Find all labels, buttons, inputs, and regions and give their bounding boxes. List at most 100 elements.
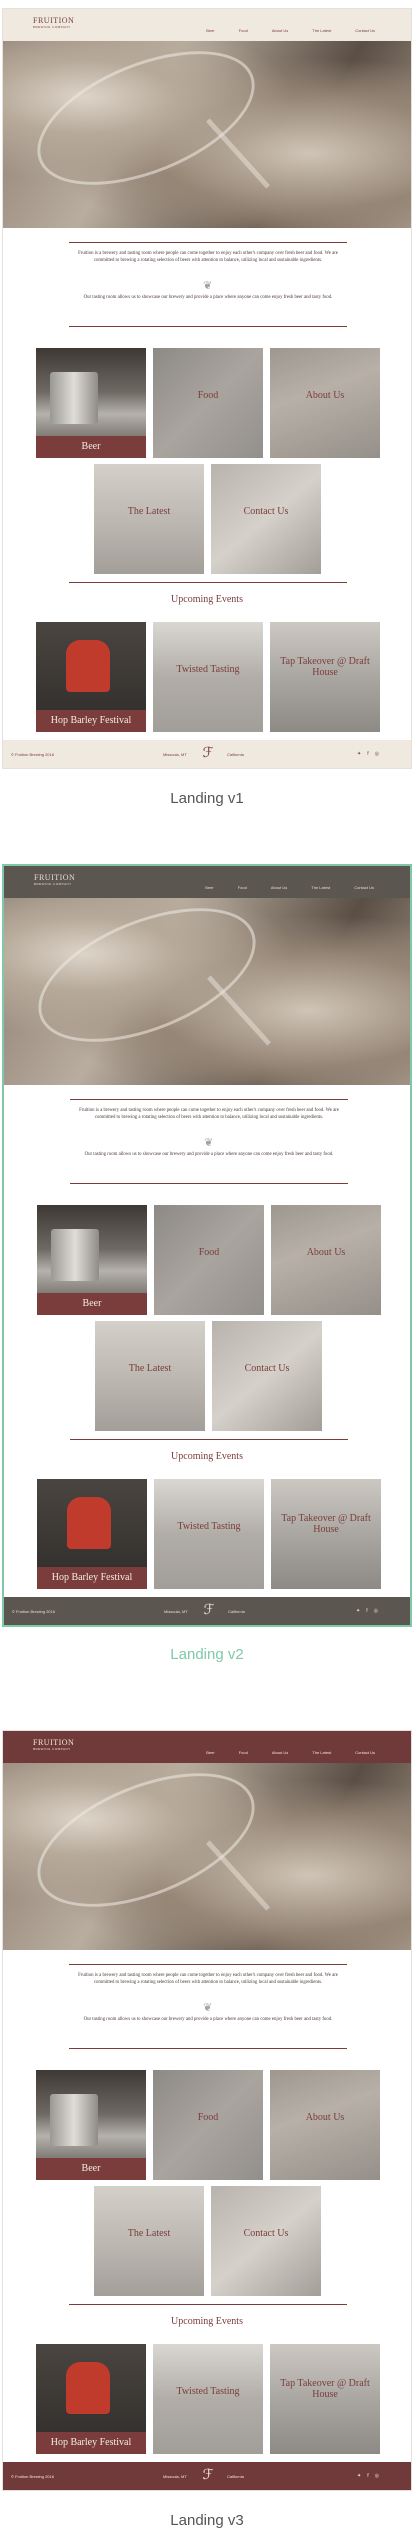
nav-about[interactable]: About Us	[272, 28, 288, 33]
facebook-icon[interactable]: f	[367, 751, 368, 757]
tile-label-band: Beer	[36, 436, 146, 458]
brand-logo[interactable]: FRUITION BREWING COMPANY	[34, 873, 80, 887]
tile-label: About Us	[305, 390, 345, 401]
location-link[interactable]: Missoula, MT	[163, 752, 187, 757]
nav-latest[interactable]: The Latest	[312, 28, 331, 33]
variant-caption: Landing v1	[170, 790, 244, 807]
tile-label: Beer	[82, 1298, 102, 1309]
main-nav: Beer Food About Us The Latest Contact Us	[181, 885, 374, 890]
location-link[interactable]: Missoula, MT	[164, 1609, 188, 1614]
footer-logo-icon[interactable]: ℱ	[199, 744, 217, 764]
event-tile[interactable]: Twisted Tasting	[153, 2344, 263, 2454]
event-label: Hop Barley Festival	[50, 2437, 132, 2448]
category-tiles: Beer Food About Us The Latest Contact Us	[4, 1199, 410, 1439]
nav-contact[interactable]: Contact Us	[354, 885, 374, 890]
tile-food[interactable]: Food	[153, 2070, 263, 2180]
tile-latest[interactable]: The Latest	[94, 464, 204, 574]
intro-paragraph-2: Our tasting room allows us to showcase o…	[84, 1152, 334, 1157]
facebook-icon[interactable]: f	[367, 2473, 368, 2479]
event-tile[interactable]: Hop Barley Festival	[36, 2344, 146, 2454]
nav-food[interactable]: Food	[238, 885, 247, 890]
tile-label: Food	[198, 1247, 220, 1258]
nav-beer[interactable]: Beer	[206, 28, 214, 33]
divider	[69, 2048, 347, 2049]
hop-icon: ❦	[203, 2002, 213, 2014]
divider	[69, 242, 347, 243]
twitter-icon[interactable]: ✦	[357, 751, 361, 757]
tile-about[interactable]: About Us	[270, 2070, 380, 2180]
tile-food[interactable]: Food	[154, 1205, 264, 1315]
event-tile[interactable]: Tap Takeover @ Draft House	[270, 2344, 380, 2454]
header: FRUITION BREWING COMPANY Beer Food About…	[4, 866, 410, 898]
instagram-icon[interactable]: ◎	[374, 1608, 378, 1614]
tile-contact[interactable]: Contact Us	[211, 2186, 321, 2296]
nav-beer[interactable]: Beer	[206, 1750, 214, 1755]
variant-caption: Landing v3	[170, 2512, 244, 2529]
location-link[interactable]: California	[227, 752, 244, 757]
divider	[70, 1183, 348, 1184]
tile-about[interactable]: About Us	[271, 1205, 381, 1315]
intro-section: Fruition is a brewery and tasting room w…	[3, 1950, 411, 2064]
tile-overlay	[211, 2186, 321, 2296]
event-tile[interactable]: Tap Takeover @ Draft House	[270, 622, 380, 732]
event-tile[interactable]: Hop Barley Festival	[36, 622, 146, 732]
tile-overlay	[212, 1321, 322, 1431]
event-tile[interactable]: Twisted Tasting	[153, 622, 263, 732]
tile-beer[interactable]: Beer	[37, 1205, 147, 1315]
nav-beer[interactable]: Beer	[205, 885, 213, 890]
location-link[interactable]: Missoula, MT	[163, 2474, 187, 2479]
footer-logo-icon[interactable]: ℱ	[200, 1601, 218, 1621]
event-tile[interactable]: Tap Takeover @ Draft House	[271, 1479, 381, 1589]
tile-contact[interactable]: Contact Us	[211, 464, 321, 574]
tile-label: About Us	[305, 2112, 345, 2123]
instagram-icon[interactable]: ◎	[375, 751, 379, 757]
nav-contact[interactable]: Contact Us	[355, 1750, 375, 1755]
nav-about[interactable]: About Us	[272, 1750, 288, 1755]
divider	[69, 326, 347, 327]
tile-label-band: Hop Barley Festival	[36, 2432, 146, 2454]
nav-food[interactable]: Food	[239, 28, 248, 33]
event-tile[interactable]: Twisted Tasting	[154, 1479, 264, 1589]
tile-latest[interactable]: The Latest	[94, 2186, 204, 2296]
logo-subtitle: BREWING COMPANY	[33, 25, 71, 29]
tile-latest[interactable]: The Latest	[95, 1321, 205, 1431]
nav-latest[interactable]: The Latest	[312, 1750, 331, 1755]
location-link[interactable]: California	[227, 2474, 244, 2479]
copyright: © Fruition Brewing 2016	[11, 2474, 54, 2479]
social-links: ✦ f ◎	[350, 1608, 378, 1614]
nav-latest[interactable]: The Latest	[311, 885, 330, 890]
location-link[interactable]: California	[228, 1609, 245, 1614]
twitter-icon[interactable]: ✦	[356, 1608, 360, 1614]
facebook-icon[interactable]: f	[366, 1608, 367, 1614]
nav-food[interactable]: Food	[239, 1750, 248, 1755]
tile-contact[interactable]: Contact Us	[212, 1321, 322, 1431]
brand-logo[interactable]: FRUITION BREWING COMPANY	[33, 1738, 79, 1752]
tile-beer[interactable]: Beer	[36, 348, 146, 458]
instagram-icon[interactable]: ◎	[375, 2473, 379, 2479]
category-tiles: Beer Food About Us The Latest Contact Us	[3, 342, 411, 582]
divider	[69, 1964, 347, 1965]
nav-about[interactable]: About Us	[271, 885, 287, 890]
footer-logo-icon[interactable]: ℱ	[199, 2466, 217, 2486]
intro-paragraph: Fruition is a brewery and tasting room w…	[78, 1973, 338, 1985]
event-label: Hop Barley Festival	[51, 1572, 133, 1583]
tile-label-band: Hop Barley Festival	[37, 1567, 147, 1589]
tile-food[interactable]: Food	[153, 348, 263, 458]
tile-overlay	[95, 1321, 205, 1431]
divider	[69, 582, 347, 583]
tile-beer[interactable]: Beer	[36, 2070, 146, 2180]
event-tile[interactable]: Hop Barley Festival	[37, 1479, 147, 1589]
tile-overlay	[153, 2070, 263, 2180]
brand-logo[interactable]: FRUITION BREWING COMPANY	[33, 16, 79, 30]
tile-overlay	[153, 348, 263, 458]
event-label: Tap Takeover @ Draft House	[281, 1513, 371, 1535]
social-links: ✦ f ◎	[351, 751, 379, 757]
logo-subtitle: BREWING COMPANY	[33, 1747, 71, 1751]
events-title: Upcoming Events	[171, 1451, 243, 1462]
tile-label-band: Beer	[37, 1293, 147, 1315]
twitter-icon[interactable]: ✦	[357, 2473, 361, 2479]
divider	[70, 1439, 348, 1440]
tile-label: The Latest	[128, 1363, 172, 1374]
nav-contact[interactable]: Contact Us	[355, 28, 375, 33]
tile-about[interactable]: About Us	[270, 348, 380, 458]
